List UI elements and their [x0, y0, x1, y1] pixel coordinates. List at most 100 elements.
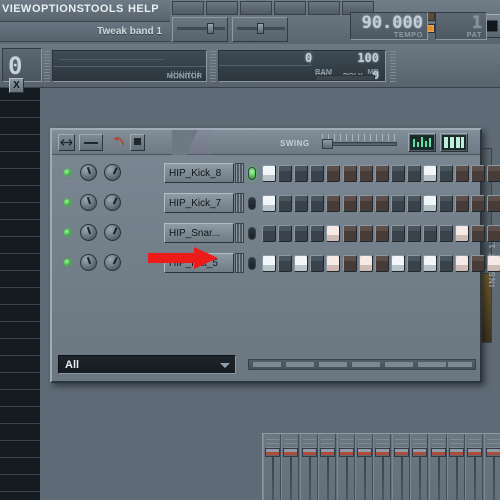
channel-select-led[interactable] — [64, 229, 71, 236]
pan-knob[interactable] — [80, 254, 97, 271]
step-button[interactable] — [358, 255, 373, 272]
mixer-fader[interactable] — [375, 448, 391, 457]
mixer-strip[interactable] — [410, 434, 429, 500]
mixer-strip[interactable] — [465, 434, 484, 500]
step-button[interactable] — [310, 165, 325, 182]
step-button[interactable] — [487, 225, 500, 242]
channel-row[interactable]: HIP_Kick_7 — [52, 188, 500, 218]
volume-knob[interactable] — [104, 254, 121, 271]
menu-item-tools[interactable]: TOOLS — [84, 3, 124, 15]
step-button[interactable] — [374, 165, 389, 182]
mixer-strip[interactable] — [318, 434, 337, 500]
mixer-fader[interactable] — [449, 448, 464, 457]
step-button[interactable] — [326, 255, 341, 272]
step-button[interactable] — [455, 165, 470, 182]
step-button[interactable] — [294, 165, 309, 182]
volume-knob[interactable] — [104, 164, 121, 181]
channel-name-button[interactable]: HIP_Snar... — [164, 223, 234, 243]
mixer-strip[interactable] — [336, 434, 355, 500]
mixer-fader[interactable] — [265, 448, 280, 457]
channel-row[interactable]: HIP_Snar... — [52, 218, 500, 248]
step-button[interactable] — [487, 255, 500, 272]
pan-knob[interactable] — [80, 164, 97, 181]
playlist-panel[interactable]: X — [0, 78, 40, 500]
step-button[interactable] — [390, 255, 405, 272]
step-button[interactable] — [342, 165, 357, 182]
step-button[interactable] — [439, 195, 454, 212]
step-button[interactable] — [487, 165, 500, 182]
minimize-button[interactable] — [79, 134, 103, 151]
pattern-slot-2[interactable] — [206, 1, 238, 15]
mixer-fader[interactable] — [338, 448, 354, 457]
pattern-slot-3[interactable] — [240, 1, 272, 15]
step-button[interactable] — [439, 225, 454, 242]
step-button[interactable] — [278, 225, 293, 242]
step-button[interactable] — [455, 255, 470, 272]
mixer-fader[interactable] — [283, 448, 299, 457]
step-button[interactable] — [262, 225, 276, 242]
swing-control[interactable]: SWING — [280, 134, 400, 151]
step-button[interactable] — [326, 165, 341, 182]
step-button[interactable] — [278, 165, 293, 182]
pattern-slot-1[interactable] — [172, 1, 204, 15]
swing-track[interactable] — [322, 142, 397, 146]
step-button[interactable] — [423, 195, 437, 212]
step-button[interactable] — [471, 255, 486, 272]
menu-item-options[interactable]: OPTIONS — [32, 3, 84, 15]
mixer-fader[interactable] — [485, 448, 500, 457]
mixer-strip[interactable] — [483, 434, 500, 500]
resize-handle[interactable] — [58, 134, 75, 151]
step-button[interactable] — [342, 255, 357, 272]
horizontal-scrollbar[interactable] — [248, 359, 476, 370]
monitor-scope[interactable]: MONITOR — [52, 50, 207, 82]
step-button[interactable] — [374, 255, 389, 272]
channel-mute-button[interactable] — [248, 257, 256, 270]
undo-button[interactable] — [112, 134, 127, 151]
pan-knob[interactable] — [80, 194, 97, 211]
pattern-slot-4[interactable] — [274, 1, 306, 15]
step-button[interactable] — [294, 195, 309, 212]
time-counter-display[interactable]: 0 — [2, 48, 42, 82]
channel-grip[interactable] — [235, 223, 244, 243]
mixer-fader[interactable] — [467, 448, 483, 457]
volume-knob[interactable] — [104, 224, 121, 241]
menu-item-help[interactable]: HELP — [128, 3, 159, 15]
step-button[interactable] — [278, 195, 293, 212]
step-sequencer-window[interactable]: SWING HIP_Kick_8 HIP_Kick_7 HIP_Snar... … — [50, 128, 500, 383]
master-volume-slider[interactable] — [172, 17, 228, 42]
mixer-strip[interactable] — [447, 434, 465, 500]
step-button[interactable] — [455, 195, 470, 212]
mixer-strip[interactable] — [373, 434, 392, 500]
menu-item-view[interactable]: VIEW — [2, 3, 32, 15]
mixer-strip[interactable] — [428, 434, 447, 500]
channel-row[interactable]: HIP_Hat_5 — [52, 248, 500, 278]
step-button[interactable] — [262, 255, 276, 272]
detached-button[interactable] — [130, 134, 145, 151]
mixer-fader[interactable] — [301, 448, 317, 457]
step-button[interactable] — [406, 255, 421, 272]
step-button[interactable] — [262, 195, 276, 212]
channel-mute-button[interactable] — [248, 227, 256, 240]
step-button[interactable] — [278, 255, 293, 272]
channel-mute-button[interactable] — [248, 197, 256, 210]
pattern-display[interactable]: 1 PAT — [435, 12, 487, 40]
step-button[interactable] — [390, 195, 405, 212]
mixer-strip[interactable] — [299, 434, 318, 500]
mixer-panel[interactable]: ⤷ — [262, 433, 500, 500]
master-pitch-slider[interactable] — [232, 17, 288, 42]
step-button[interactable] — [342, 195, 357, 212]
channel-select-led[interactable] — [64, 199, 71, 206]
tempo-display[interactable]: 90.000 TEMPO — [350, 12, 428, 40]
channel-grip[interactable] — [235, 163, 244, 183]
graph-editor-button[interactable] — [408, 133, 436, 152]
step-button[interactable] — [423, 165, 437, 182]
volume-knob[interactable] — [104, 194, 121, 211]
channel-select-led[interactable] — [64, 259, 71, 266]
step-button[interactable] — [358, 225, 373, 242]
step-button[interactable] — [406, 225, 421, 242]
step-button[interactable] — [374, 195, 389, 212]
mixer-fader[interactable] — [393, 448, 409, 457]
pattern-slot-5[interactable] — [308, 1, 340, 15]
step-button[interactable] — [471, 195, 486, 212]
step-button[interactable] — [471, 225, 486, 242]
